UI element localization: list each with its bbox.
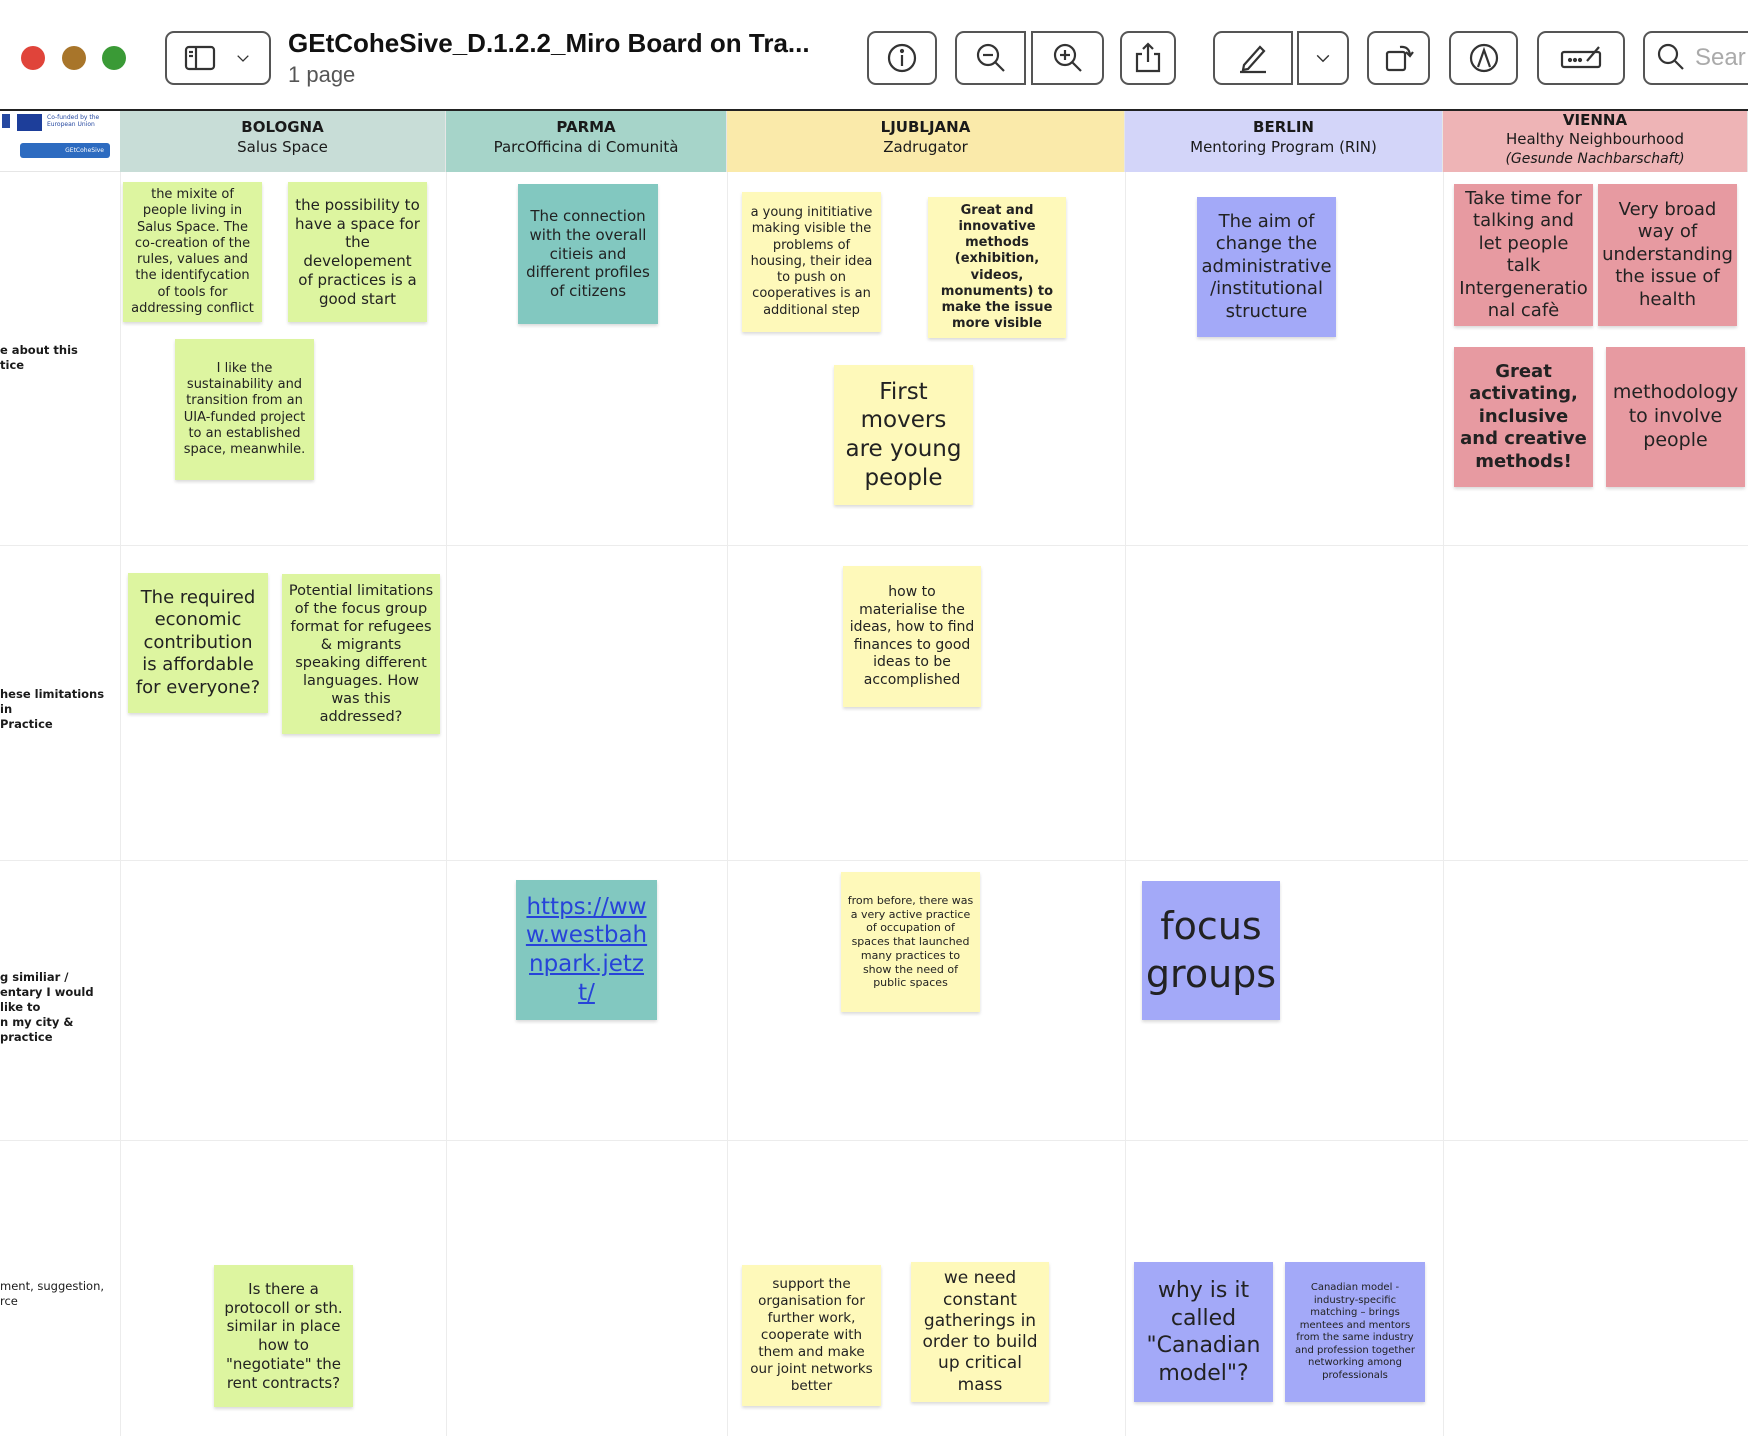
annotate-button[interactable]: [1449, 31, 1518, 85]
sticky-note[interactable]: why is it called "Canadian model"?: [1134, 1262, 1273, 1402]
signature-button[interactable]: [1537, 31, 1625, 85]
sticky-note[interactable]: we need constant gatherings in order to …: [911, 1262, 1049, 1402]
city-name: BERLIN: [1253, 118, 1314, 136]
sticky-note[interactable]: Great activating, inclusive and creative…: [1454, 347, 1593, 487]
row-label-limitations: hese limitations in Practice: [0, 687, 105, 731]
chevron-down-icon: [237, 55, 249, 62]
row-label-similar: g similiar / entary I would like to n my…: [0, 970, 94, 1044]
partner-logo: [2, 114, 10, 128]
sticky-note[interactable]: Potential limitations of the focus group…: [282, 574, 440, 734]
column-header-vienna: VIENNA Healthy Neighbourhood (Gesunde Nach…: [1443, 111, 1748, 172]
city-name: LJUBLJANA: [880, 118, 971, 136]
markup-options-button[interactable]: [1297, 31, 1349, 85]
markup-circle-icon: [1469, 43, 1498, 73]
sticky-note[interactable]: how to materialise the ideas, how to fin…: [843, 566, 981, 707]
sticky-note-link[interactable]: https://www.westbahnpark.jetzt/: [516, 880, 657, 1020]
column-header-parma: PARMA ParcOfficina di Comunità: [446, 111, 727, 172]
city-name: BOLOGNA: [241, 118, 324, 136]
city-name: VIENNA: [1562, 111, 1628, 129]
info-icon: [887, 43, 917, 73]
column-header-bologna: BOLOGNA Salus Space: [120, 111, 446, 172]
practice-name: Salus Space: [237, 138, 328, 156]
eu-flag-icon: [17, 114, 42, 131]
sidebar-toggle-button[interactable]: [165, 31, 271, 85]
westbahnpark-link[interactable]: https://www.westbahnpark.jetzt/: [522, 893, 651, 1008]
pen-icon: [1240, 45, 1266, 74]
column-divider: [727, 172, 728, 1436]
row-divider: [0, 860, 1748, 861]
practice-name: Healthy Neighbourhood: [1505, 130, 1685, 148]
search-field[interactable]: Sear: [1643, 31, 1748, 85]
sticky-note[interactable]: Very broad way of understanding the issu…: [1598, 184, 1737, 326]
zoom-out-icon: [976, 43, 1005, 72]
row-label-comments: ment, suggestion, rce: [0, 1279, 105, 1308]
share-button[interactable]: [1120, 31, 1176, 85]
zoom-in-button[interactable]: [1031, 31, 1104, 85]
sticky-note[interactable]: The aim of change the administrative /in…: [1197, 197, 1336, 337]
row-label-likes: e about this tice: [0, 343, 78, 372]
sticky-note[interactable]: methodology to involve people: [1606, 347, 1745, 487]
document-title: GEtCoheSive_D.1.2.2_Miro Board on Tra...: [288, 28, 810, 58]
practice-name: Mentoring Program (RIN): [1190, 138, 1377, 156]
sticky-note[interactable]: the mixite of people living in Salus Spa…: [123, 182, 262, 322]
city-name: PARMA: [556, 118, 616, 136]
sticky-note[interactable]: First movers are young people: [834, 365, 973, 505]
sticky-note[interactable]: I like the sustainability and transition…: [175, 339, 314, 480]
sticky-note[interactable]: Is there a protocoll or sth. similar in …: [214, 1265, 353, 1407]
info-button[interactable]: [867, 31, 937, 85]
row-divider: [0, 1140, 1748, 1141]
sticky-note[interactable]: support the organisation for further wor…: [742, 1265, 881, 1406]
pdf-viewer-toolbar: GEtCoheSive_D.1.2.2_Miro Board on Tra...…: [0, 0, 1748, 111]
eu-logo: Co-funded by the European Union GEtCoheS…: [0, 112, 120, 172]
sticky-note[interactable]: The required economic contribution is af…: [128, 573, 268, 713]
zoom-in-icon: [1053, 43, 1082, 72]
row-divider: [0, 545, 1748, 546]
rotate-button[interactable]: [1367, 31, 1430, 85]
sticky-note[interactable]: focus groups: [1142, 881, 1280, 1020]
column-header-berlin: BERLIN Mentoring Program (RIN): [1125, 111, 1443, 172]
practice-name: ParcOfficina di Comunità: [493, 138, 679, 156]
minimize-window-button[interactable]: [62, 46, 86, 70]
search-placeholder: Sear: [1695, 44, 1746, 71]
sticky-note[interactable]: Canadian model - industry-specific match…: [1285, 1262, 1425, 1402]
zoom-out-button[interactable]: [955, 31, 1026, 85]
sticky-note[interactable]: The connection with the overall citieis …: [518, 184, 658, 324]
sticky-note[interactable]: Great and innovative methods (exhibition…: [928, 197, 1066, 338]
column-divider: [120, 172, 121, 1436]
search-icon: [1657, 43, 1684, 70]
practice-subtitle: (Gesunde Nachbarschaft): [1505, 151, 1685, 167]
rotate-icon: [1385, 45, 1414, 72]
column-divider: [446, 172, 447, 1436]
sticky-note[interactable]: a young inititiative making visible the …: [742, 192, 881, 332]
markup-pen-button[interactable]: [1213, 31, 1293, 85]
column-divider: [1125, 172, 1126, 1436]
sticky-note[interactable]: Take time for talking and let people tal…: [1454, 184, 1593, 326]
sidebar-icon: [184, 45, 216, 71]
column-header-ljubljana: LJUBLJANA Zadrugator: [727, 111, 1125, 172]
chevron-down-icon: [1316, 54, 1330, 63]
share-icon: [1135, 42, 1161, 73]
sticky-note[interactable]: the possibility to have a space for the …: [288, 182, 427, 322]
practice-name: Zadrugator: [883, 138, 968, 156]
project-logo: GEtCoheSive: [20, 143, 110, 158]
sticky-note[interactable]: from before, there was a very active pra…: [841, 872, 980, 1012]
form-fill-icon: [1560, 46, 1602, 69]
column-divider: [1443, 172, 1444, 1436]
eu-cofunded-text: Co-funded by the European Union: [47, 114, 100, 128]
zoom-window-button[interactable]: [102, 46, 126, 70]
close-window-button[interactable]: [21, 46, 45, 70]
page-count: 1 page: [288, 62, 356, 87]
